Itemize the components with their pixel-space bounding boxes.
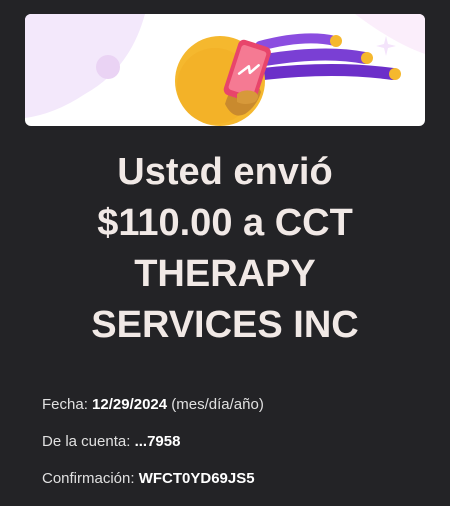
phone-sending-money-illustration: [25, 14, 425, 126]
fingers: [237, 90, 258, 104]
trail-dot-3: [389, 68, 401, 80]
confirmation-row: Confirmación: WFCT0YD69JS5: [42, 469, 432, 489]
account-value: ...7958: [134, 433, 181, 450]
date-value: 12/29/2024: [92, 396, 168, 413]
date-label: Fecha:: [42, 396, 88, 413]
swoosh-trail-middle: [259, 48, 371, 66]
swoosh-trail-bottom: [257, 64, 399, 80]
confirmation-headline: Usted envió $110.00 a CCT THERAPY SERVIC…: [0, 147, 450, 351]
small-pink-dot: [96, 55, 120, 79]
banner: [25, 14, 425, 126]
date-format-hint: (mes/día/año): [171, 396, 264, 413]
account-row: De la cuenta: ...7958: [42, 432, 432, 452]
confirmation-code: WFCT0YD69JS5: [138, 470, 255, 487]
trail-dot-2: [361, 52, 373, 64]
date-row: Fecha: 12/29/2024 (mes/día/año): [42, 395, 432, 415]
headline-line: SERVICES INC: [91, 304, 359, 346]
headline-line: THERAPY: [134, 253, 316, 295]
lavender-blob: [25, 14, 145, 118]
right-pink-blob: [355, 14, 425, 54]
account-label: De la cuenta:: [42, 433, 131, 450]
trail-dot-1: [330, 35, 342, 47]
transfer-details: Fecha: 12/29/2024 (mes/día/año) De la cu…: [42, 395, 432, 506]
headline-line: Usted envió: [117, 151, 333, 193]
headline-line: $110.00 a CCT: [97, 202, 353, 244]
confirmation-label: Confirmación:: [42, 470, 135, 487]
swoosh-trail-top: [255, 33, 340, 51]
